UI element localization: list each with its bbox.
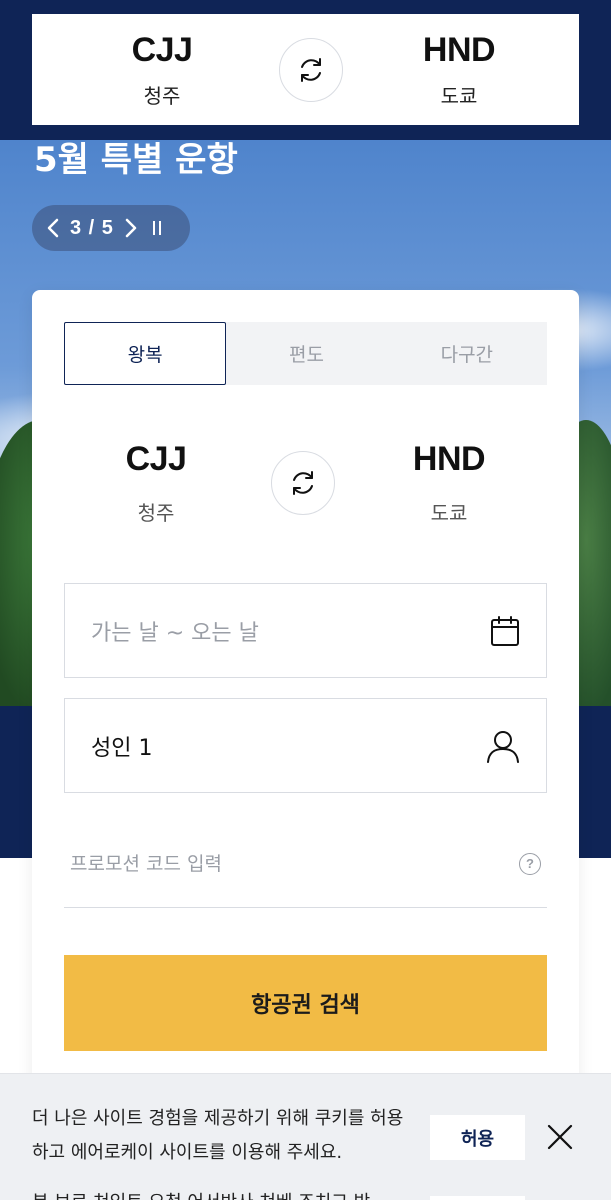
tab-multi-city[interactable]: 다구간 (387, 322, 547, 385)
origin-city: 청주 (143, 83, 181, 108)
tab-round-trip[interactable]: 왕복 (64, 322, 227, 385)
booking-origin[interactable]: CJJ 청주 (96, 440, 216, 526)
booking-destination-code: HND (412, 440, 486, 478)
swap-route-button[interactable] (278, 37, 343, 102)
tab-one-way[interactable]: 편도 (226, 322, 386, 385)
promo-code-row: ? (64, 820, 547, 908)
trip-type-tabs: 왕복 편도 다구간 (64, 322, 547, 385)
passenger-count: 성인 1 (91, 735, 153, 761)
booking-origin-code: CJJ (125, 440, 187, 478)
cookie-message: 더 나은 사이트 경험을 제공하기 위해 쿠키를 허용하고 에어로케이 사이트를… (32, 1108, 404, 1163)
destination-city: 도쿄 (440, 83, 478, 108)
cookie-secondary-button[interactable] (430, 1196, 525, 1200)
booking-swap-button[interactable] (270, 451, 335, 515)
date-range-field[interactable]: 가는 날 ~ 오는 날 (64, 583, 547, 678)
promo-code-input[interactable] (70, 852, 490, 875)
carousel-counter: 3 / 5 (70, 216, 114, 239)
booking-destination[interactable]: HND 도쿄 (389, 440, 509, 526)
question-circle-icon[interactable]: ? (519, 852, 541, 875)
calendar-icon (491, 615, 519, 646)
destination-airport[interactable]: HND 도쿄 (399, 31, 519, 109)
chevron-right-icon[interactable] (122, 216, 140, 240)
person-icon (487, 730, 519, 763)
chevron-left-icon[interactable] (44, 216, 62, 240)
cookie-message-next: 본 브로 쳐있트 요청 어서반사 쳐베 조치교 박 (32, 1188, 412, 1200)
route-summary-bar[interactable]: CJJ 청주 HND 도쿄 (32, 14, 579, 125)
search-flights-button[interactable]: 항공권 검색 (64, 955, 547, 1051)
cookie-allow-button[interactable]: 허용 (430, 1115, 525, 1160)
passenger-field[interactable]: 성인 1 (64, 698, 547, 793)
booking-origin-city: 청주 (137, 501, 175, 525)
pause-icon[interactable] (148, 216, 166, 240)
destination-code: HND (422, 30, 496, 69)
close-icon[interactable] (545, 1122, 575, 1152)
date-range-placeholder: 가는 날 ~ 오는 날 (91, 620, 259, 646)
booking-card: 왕복 편도 다구간 CJJ 청주 HND 도쿄 가는 날 ~ 오는 날 성인 1… (32, 290, 579, 1090)
swap-icon (300, 57, 321, 82)
cookie-banner: 더 나은 사이트 경험을 제공하기 위해 쿠키를 허용하고 에어로케이 사이트를… (0, 1073, 611, 1200)
booking-destination-city: 도쿄 (430, 501, 468, 525)
origin-code: CJJ (131, 30, 193, 69)
swap-icon (292, 471, 313, 495)
carousel-pager: 3 / 5 (32, 205, 190, 251)
origin-airport[interactable]: CJJ 청주 (102, 31, 222, 109)
booking-route: CJJ 청주 HND 도쿄 (64, 440, 547, 526)
hero-title: 5월 특별 운항 (34, 140, 238, 180)
